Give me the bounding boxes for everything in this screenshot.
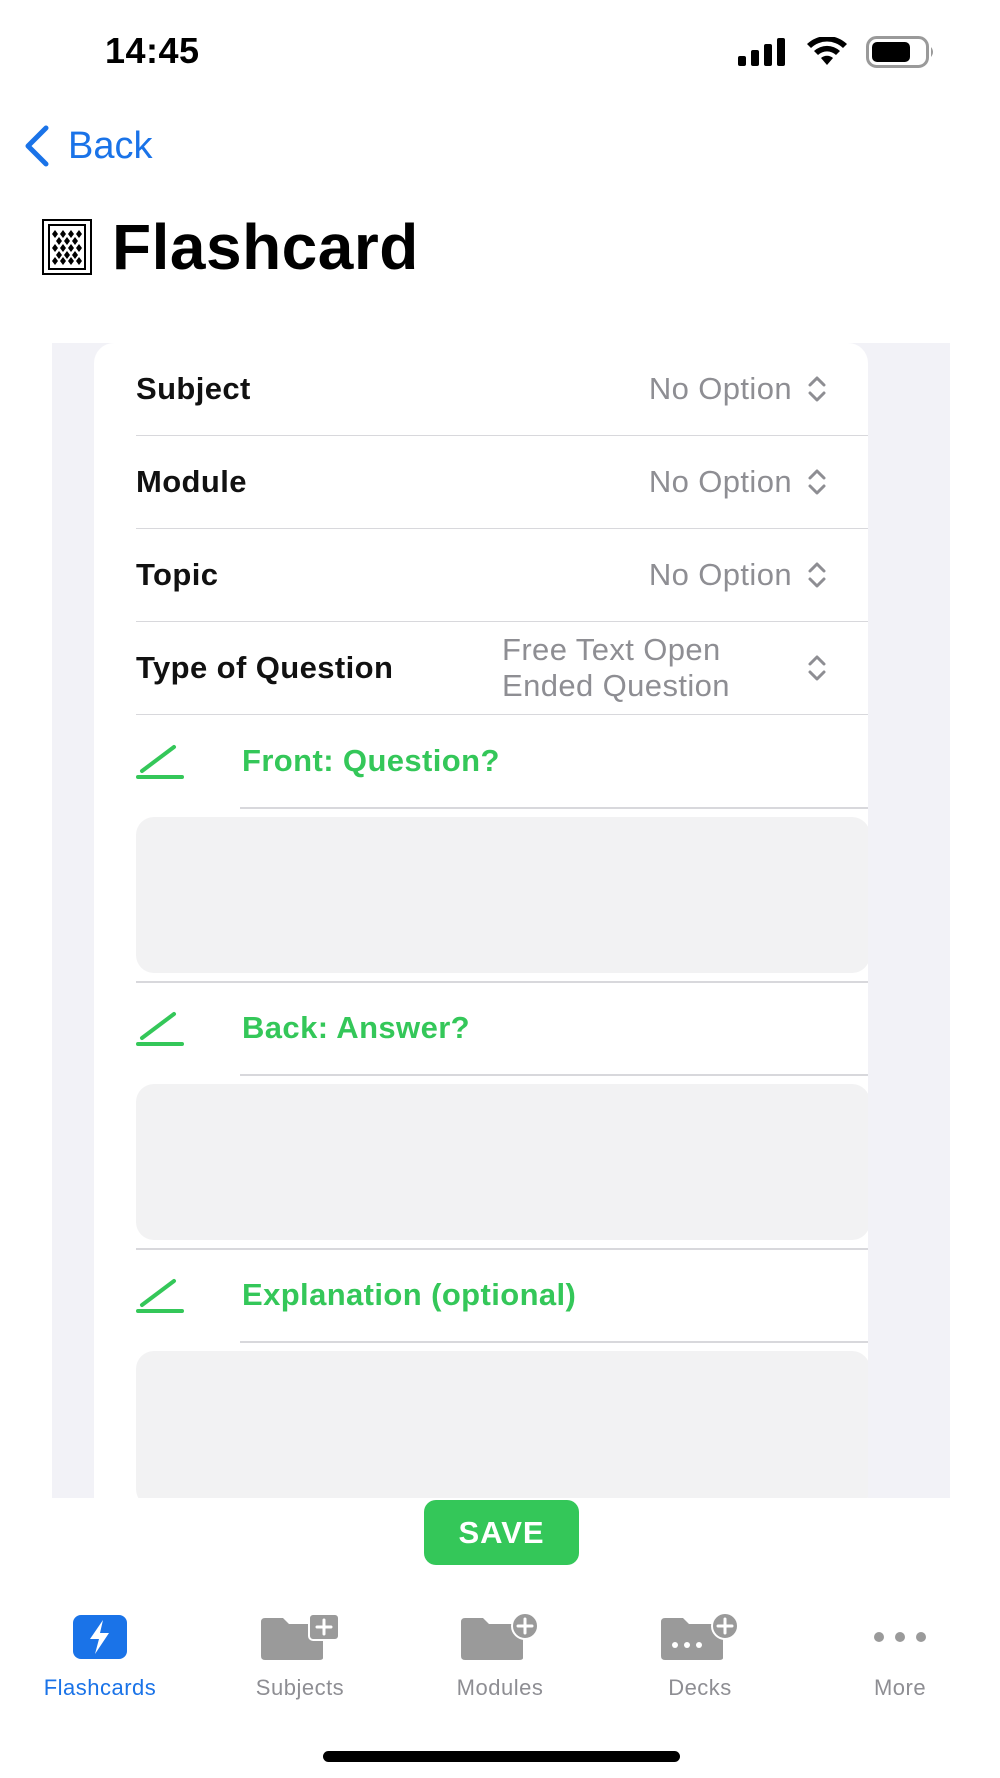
- tab-modules[interactable]: Modules: [400, 1605, 600, 1715]
- back-label: Back: [68, 124, 153, 167]
- form-card: Subject No Option Module No Option Topic…: [94, 343, 868, 1498]
- explanation-input[interactable]: [136, 1351, 868, 1498]
- question-type-value-line1: Free Text Open: [502, 632, 721, 667]
- topic-value: No Option: [648, 557, 792, 592]
- tab-flashcards[interactable]: Flashcards: [0, 1605, 200, 1715]
- front-question-input[interactable]: [136, 817, 868, 973]
- tab-bar: Flashcards Subjects Modules Decks More: [0, 1605, 1000, 1715]
- status-time: 14:45: [105, 30, 200, 71]
- folder-dots-plus-icon: [661, 1612, 739, 1660]
- page-title: Flashcard: [112, 211, 419, 283]
- chevron-up-down-icon: [808, 655, 826, 681]
- pencil-icon: [136, 745, 184, 779]
- module-picker-row[interactable]: Module No Option: [136, 436, 868, 529]
- subject-picker-row[interactable]: Subject No Option: [136, 343, 868, 436]
- topic-label: Topic: [136, 557, 219, 592]
- tab-more[interactable]: More: [800, 1605, 1000, 1715]
- tab-decks-label: Decks: [668, 1675, 732, 1700]
- question-type-picker[interactable]: Free Text Open Ended Question: [502, 622, 828, 714]
- divider: [240, 1074, 868, 1076]
- home-indicator[interactable]: [323, 1751, 680, 1762]
- question-type-picker-row[interactable]: Type of Question Free Text Open Ended Qu…: [136, 622, 868, 715]
- topic-picker-row[interactable]: Topic No Option: [136, 529, 868, 622]
- topic-picker[interactable]: No Option: [649, 529, 828, 621]
- more-dots-icon: [874, 1632, 926, 1642]
- save-button[interactable]: SAVE: [424, 1500, 579, 1565]
- explanation-label: Explanation (optional): [242, 1277, 577, 1312]
- tab-flashcards-label: Flashcards: [43, 1675, 157, 1700]
- divider: [240, 1341, 868, 1343]
- pencil-icon: [136, 1279, 184, 1313]
- wifi-icon: [807, 37, 847, 65]
- back-button[interactable]: Back: [20, 118, 152, 174]
- question-type-value-line2: Ended Question: [502, 668, 730, 703]
- tab-modules-label: Modules: [456, 1675, 544, 1700]
- screen: 14:45 Back Flashcard Subject No Option M…: [0, 0, 1000, 1778]
- chevron-up-down-icon: [808, 469, 826, 495]
- question-type-label: Type of Question: [136, 650, 394, 685]
- battery-icon: [866, 36, 933, 68]
- chevron-up-down-icon: [808, 562, 826, 588]
- back-answer-input[interactable]: [136, 1084, 868, 1240]
- pencil-icon: [136, 1012, 184, 1046]
- module-picker[interactable]: No Option: [649, 436, 828, 528]
- tab-more-label: More: [873, 1675, 927, 1700]
- subject-label: Subject: [136, 371, 251, 406]
- front-section-header: Front: Question?: [136, 715, 868, 807]
- front-question-label: Front: Question?: [242, 743, 500, 778]
- module-label: Module: [136, 464, 247, 499]
- subject-value: No Option: [648, 371, 792, 406]
- chevron-up-down-icon: [808, 376, 826, 402]
- back-answer-label: Back: Answer?: [242, 1010, 471, 1045]
- form-background: Subject No Option Module No Option Topic…: [52, 343, 950, 1498]
- signal-icon: [738, 38, 785, 66]
- tab-subjects-label: Subjects: [255, 1675, 345, 1700]
- subject-picker[interactable]: No Option: [649, 343, 828, 435]
- flashcard-icon: [42, 219, 92, 275]
- question-type-value: Free Text Open Ended Question: [502, 632, 792, 704]
- divider: [240, 807, 868, 809]
- folder-plus-icon: [261, 1613, 340, 1660]
- status-icons: [738, 36, 936, 68]
- tab-decks[interactable]: Decks: [600, 1605, 800, 1715]
- chevron-left-icon: [25, 125, 49, 167]
- module-value: No Option: [648, 464, 792, 499]
- tab-subjects[interactable]: Subjects: [200, 1605, 400, 1715]
- title-row: Flashcard: [42, 210, 419, 284]
- folder-plus-circle-icon: [461, 1612, 539, 1660]
- explanation-section-header: Explanation (optional): [136, 1249, 868, 1341]
- bolt-icon: [73, 1615, 127, 1659]
- back-section-header: Back: Answer?: [136, 982, 868, 1074]
